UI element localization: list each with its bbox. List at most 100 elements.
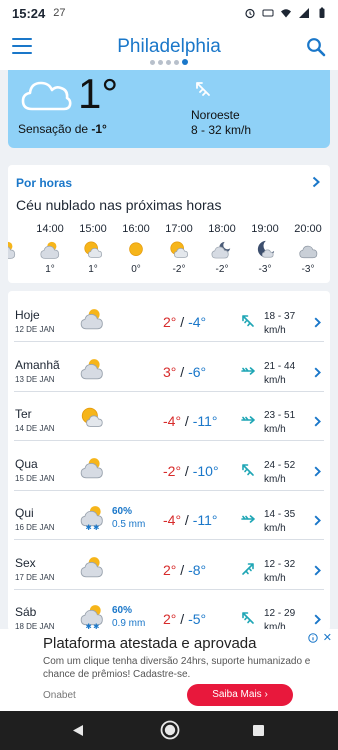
day-date: 14 DE JAN xyxy=(15,424,55,433)
svg-text:✱: ✱ xyxy=(86,523,93,531)
day-temps: -4° / -11° xyxy=(163,512,218,528)
wind-range: 18 - 37 km/h xyxy=(264,311,296,336)
wind-range: 14 - 35 km/h xyxy=(264,509,296,534)
wind-direction-icon xyxy=(242,315,254,327)
ad-cta-button[interactable]: Saiba Mais › xyxy=(187,684,293,706)
wind-direction-icon xyxy=(242,463,254,476)
day-row[interactable]: Qua 15 DE JAN -2° / -10° 24 - 52 km/h xyxy=(8,442,330,491)
hour-item[interactable]: 14:00 1° xyxy=(30,223,70,275)
chevron-right-icon[interactable] xyxy=(314,614,321,625)
search-icon[interactable] xyxy=(306,37,326,57)
partly-cloudy-icon xyxy=(38,240,62,260)
battery-icon xyxy=(319,7,325,18)
page-dot[interactable] xyxy=(158,60,163,65)
status-temp: 27 xyxy=(53,7,66,19)
hourly-card: Por horas Céu nublado nas próximas horas… xyxy=(8,165,330,283)
day-row[interactable]: Sex 17 DE JAN 2° / -8° 12 - 32 km/h xyxy=(8,541,330,590)
cloud-icon xyxy=(296,240,320,260)
day-name: Qua xyxy=(15,456,38,471)
page-dot[interactable] xyxy=(150,60,155,65)
ad-banner[interactable]: ✕ Plataforma atestada e aprovada Com um … xyxy=(0,629,338,711)
sun-cloud-icon xyxy=(81,240,105,260)
chevron-right-icon[interactable] xyxy=(314,416,321,427)
chevron-right-icon[interactable] xyxy=(314,367,321,378)
min-temp: -11° xyxy=(192,512,218,528)
hourly-title[interactable]: Por horas xyxy=(16,176,72,190)
daily-forecast: Hoje 12 DE JAN 2° / -4° 18 - 37 km/h Amanhã 13… xyxy=(8,291,330,631)
hour-item[interactable]: 17:00 -2° xyxy=(159,223,199,275)
day-date: 13 DE JAN xyxy=(15,374,55,384)
max-temp: -2° xyxy=(163,462,182,479)
feels-like: Sensação de -1° xyxy=(18,122,107,136)
day-row[interactable]: Qui 16 DE JAN ✱ ✱ 60% 0.5 mm -4° / -11° 14 - 35… xyxy=(8,491,330,540)
moon-cloud-icon xyxy=(210,240,234,260)
chevron-right-icon[interactable] xyxy=(312,176,320,188)
wind-range: 12 - 29 km/h xyxy=(264,608,296,631)
day-temps: -4° / -11° xyxy=(163,413,218,429)
ad-info-icon[interactable] xyxy=(308,633,318,643)
chevron-right-icon[interactable] xyxy=(314,565,321,576)
min-temp: -4° xyxy=(188,314,207,330)
wind-direction-icon xyxy=(242,612,254,624)
wind-range: 24 - 52 km/h xyxy=(264,459,296,485)
hour-item[interactable]: 15:00 1° xyxy=(73,223,113,275)
ad-text: Com um clique tenha diversão 24hrs, supo… xyxy=(43,656,311,680)
partly-cloudy-icon xyxy=(78,307,106,331)
wind-direction-icon xyxy=(241,515,255,523)
hour-time: 15:00 xyxy=(79,223,107,235)
hour-item[interactable]: 19:00 -3° xyxy=(245,223,285,275)
recents-icon[interactable] xyxy=(253,725,264,736)
day-temps: 2° / -5° xyxy=(163,611,207,627)
city-title[interactable]: Philadelphia xyxy=(0,36,338,58)
day-row[interactable]: Ter 14 DE JAN -4° / -11° 23 - 51 km/h xyxy=(8,392,330,441)
chevron-right-icon[interactable] xyxy=(314,515,321,526)
back-icon[interactable] xyxy=(72,724,84,737)
hour-time: 17:00 xyxy=(165,223,193,235)
day-date: 15 DE JAN xyxy=(15,473,55,483)
min-temp: -11° xyxy=(192,413,218,429)
precip-amount: 0.5 mm xyxy=(112,519,146,530)
min-temp: -5° xyxy=(188,611,207,627)
hour-time: 18:00 xyxy=(208,223,236,235)
hour-item[interactable]: 18:00 -2° xyxy=(202,223,242,275)
hour-temp: -3° xyxy=(258,264,272,275)
alarm-icon xyxy=(245,8,255,19)
home-icon[interactable] xyxy=(160,720,180,740)
day-temps: 2° / -4° xyxy=(163,314,207,330)
precip-probability: 60% xyxy=(112,605,133,616)
ad-title[interactable]: Plataforma atestada e aprovada xyxy=(43,635,256,652)
lte-icon xyxy=(262,9,274,17)
max-temp: 2° xyxy=(163,611,177,627)
svg-text:✱: ✱ xyxy=(93,523,100,531)
day-row[interactable]: Hoje 12 DE JAN 2° / -4° 18 - 37 km/h xyxy=(8,293,330,342)
page-dot-active[interactable] xyxy=(182,59,188,65)
snow-icon: ✱ ✱ xyxy=(78,505,106,532)
app-bar: Philadelphia xyxy=(0,26,338,70)
hour-item[interactable]: 20:00 -3° xyxy=(288,223,328,275)
hour-temp: -3° xyxy=(301,264,315,275)
day-temps: 2° / -8° xyxy=(163,561,207,578)
wind-direction-icon xyxy=(196,82,210,96)
page-dot[interactable] xyxy=(166,60,171,65)
chevron-right-icon[interactable] xyxy=(314,317,321,328)
hour-item[interactable]: 16:00 0° xyxy=(116,223,156,275)
page-indicator xyxy=(0,59,338,65)
hourly-summary: Céu nublado nas próximas horas xyxy=(16,197,222,213)
current-weather[interactable]: 1° Sensação de -1° Noroeste 8 - 32 km/h xyxy=(8,70,330,148)
chevron-right-icon[interactable] xyxy=(314,466,321,477)
max-temp: -4° xyxy=(163,512,182,528)
day-row[interactable]: Sáb 18 DE JAN ✱ ✱ 60% 0.9 mm 2° / -5° 12 - 29 km… xyxy=(8,590,330,631)
hour-item[interactable] xyxy=(8,223,26,264)
day-name: Amanhã xyxy=(15,357,60,372)
wind-direction-icon xyxy=(241,366,255,375)
hour-time xyxy=(8,223,26,237)
ad-close-icon[interactable]: ✕ xyxy=(323,631,332,644)
wind-direction-icon xyxy=(241,416,255,424)
day-row[interactable]: Amanhã 13 DE JAN 3° / -6° 21 - 44 km/h xyxy=(8,343,330,392)
min-temp: -10° xyxy=(192,462,219,479)
hour-time: 14:00 xyxy=(36,223,64,235)
hourly-strip[interactable]: 14:00 1° 15:00 1° 16:00 0° 17:00 -2° 18:00 -2° 19:… xyxy=(8,223,330,281)
hour-time: 20:00 xyxy=(294,223,322,235)
hour-temp: 0° xyxy=(131,264,141,275)
page-dot[interactable] xyxy=(174,60,179,65)
